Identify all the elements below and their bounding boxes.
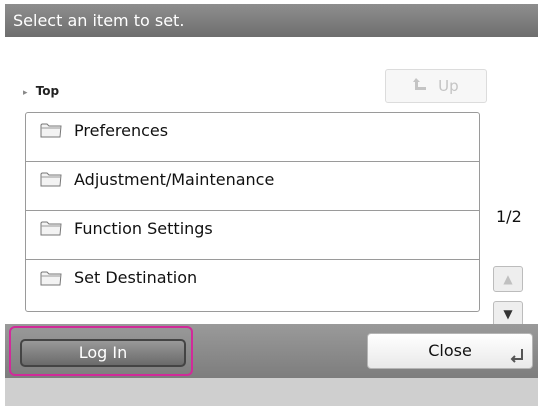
- settings-screen: Select an item to set. ▸ Top Up Preferen…: [5, 4, 538, 406]
- list-item-label: Adjustment/Maintenance: [74, 169, 275, 189]
- folder-icon: [40, 220, 62, 236]
- page-indicator: 1/2: [496, 207, 522, 226]
- list-item-function-settings[interactable]: Function Settings: [26, 211, 479, 260]
- screen-title: Select an item to set.: [5, 4, 538, 37]
- up-button-label: Up: [438, 77, 459, 95]
- close-button-label: Close: [428, 341, 472, 360]
- login-highlight: Log In: [9, 326, 193, 376]
- scroll-up-button[interactable]: ▲: [493, 266, 523, 292]
- triangle-up-icon: ▲: [503, 272, 513, 286]
- folder-icon: [40, 171, 62, 187]
- up-arrow-icon: [413, 77, 432, 95]
- enter-icon: [510, 341, 524, 363]
- folder-icon: [40, 270, 62, 286]
- up-button[interactable]: Up: [385, 69, 487, 103]
- list-item-preferences[interactable]: Preferences: [26, 113, 479, 162]
- settings-list: Preferences Adjustment/Maintenance Funct…: [25, 112, 480, 312]
- status-area: [5, 378, 538, 406]
- folder-icon: [40, 122, 62, 138]
- breadcrumb: ▸ Top: [23, 84, 59, 98]
- list-item-adjustment-maintenance[interactable]: Adjustment/Maintenance: [26, 162, 479, 211]
- breadcrumb-location: Top: [35, 84, 60, 98]
- list-item-set-destination[interactable]: Set Destination: [26, 260, 479, 309]
- close-button[interactable]: Close: [367, 333, 533, 369]
- bottom-bar: Log In Close: [5, 324, 538, 378]
- content-area: ▸ Top Up Preferences Adjustment/Maintena…: [5, 37, 538, 327]
- triangle-down-icon: ▼: [503, 307, 513, 321]
- list-item-label: Preferences: [74, 120, 169, 140]
- login-button[interactable]: Log In: [20, 339, 186, 367]
- list-item-label: Function Settings: [74, 218, 213, 238]
- list-item-label: Set Destination: [74, 268, 198, 287]
- breadcrumb-arrow-icon: ▸: [23, 88, 28, 98]
